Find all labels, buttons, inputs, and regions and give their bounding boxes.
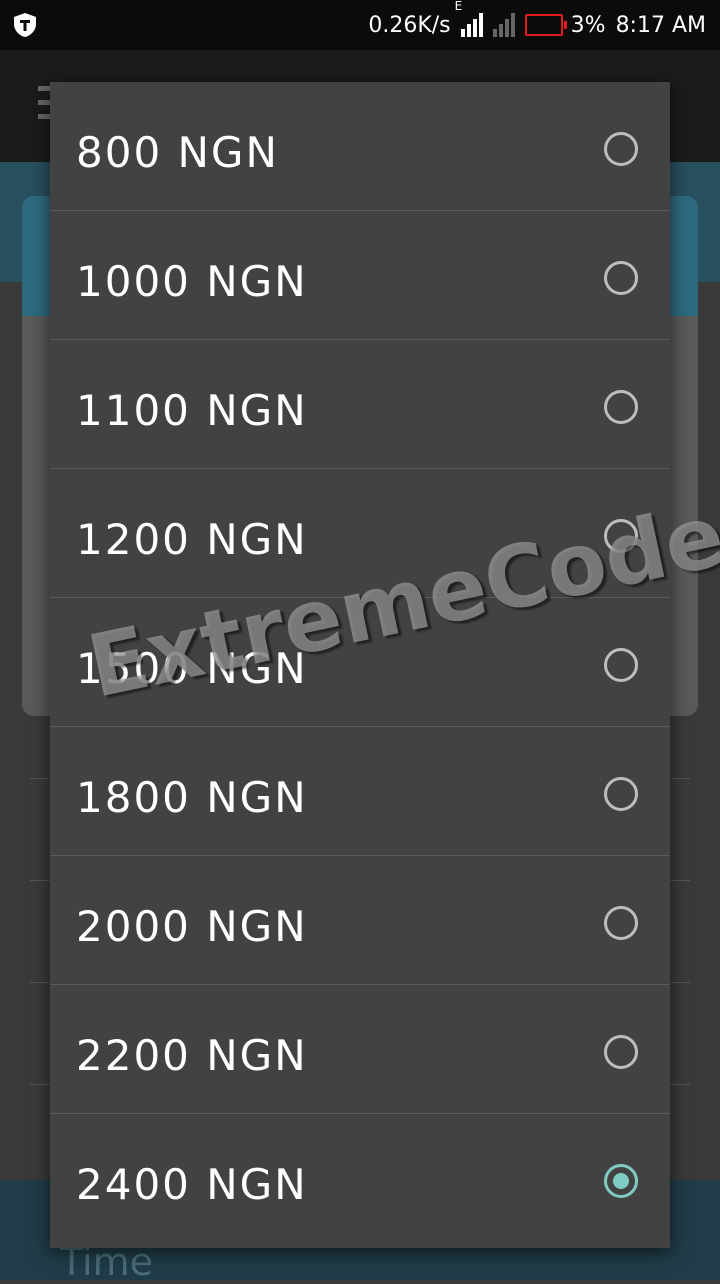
option-2200[interactable]: 2200 NGN: [50, 985, 670, 1114]
option-label: 1800 NGN: [76, 773, 308, 822]
option-label: 1000 NGN: [76, 257, 308, 306]
radio-button[interactable]: [604, 777, 638, 811]
option-label: 1200 NGN: [76, 515, 308, 564]
radio-button[interactable]: [604, 261, 638, 295]
option-800[interactable]: 800 NGN: [50, 82, 670, 211]
amount-dropdown: 800 NGN 1000 NGN 1100 NGN 1200 NGN 1500 …: [50, 82, 670, 1248]
option-label: 2000 NGN: [76, 902, 308, 951]
option-1500[interactable]: 1500 NGN: [50, 598, 670, 727]
option-label: 1100 NGN: [76, 386, 308, 435]
radio-button-selected[interactable]: [604, 1164, 638, 1198]
shield-icon: [14, 13, 36, 37]
option-2400[interactable]: 2400 NGN: [50, 1114, 670, 1242]
radio-button[interactable]: [604, 519, 638, 553]
radio-button[interactable]: [604, 648, 638, 682]
signal-strength-secondary-icon: [492, 13, 515, 37]
signal-strength-icon: E: [455, 0, 483, 37]
option-1200[interactable]: 1200 NGN: [50, 469, 670, 598]
option-2000[interactable]: 2000 NGN: [50, 856, 670, 985]
radio-button[interactable]: [604, 390, 638, 424]
option-1100[interactable]: 1100 NGN: [50, 340, 670, 469]
option-1800[interactable]: 1800 NGN: [50, 727, 670, 856]
option-label: 800 NGN: [76, 128, 279, 177]
battery-icon: [524, 14, 567, 36]
option-label: 2400 NGN: [76, 1160, 308, 1209]
radio-button[interactable]: [604, 906, 638, 940]
clock: 8:17 AM: [615, 12, 706, 38]
option-label: 2200 NGN: [76, 1031, 308, 1080]
option-1000[interactable]: 1000 NGN: [50, 211, 670, 340]
status-right: 0.26K/s E 3% 8:17 AM: [368, 0, 706, 50]
status-bar: 0.26K/s E 3% 8:17 AM: [0, 0, 720, 50]
radio-button[interactable]: [604, 1035, 638, 1069]
network-type: E: [454, 0, 463, 13]
radio-button[interactable]: [604, 132, 638, 166]
network-speed: 0.26K/s: [368, 12, 451, 38]
battery-percent: 3%: [570, 12, 606, 38]
option-label: 1500 NGN: [76, 644, 308, 693]
